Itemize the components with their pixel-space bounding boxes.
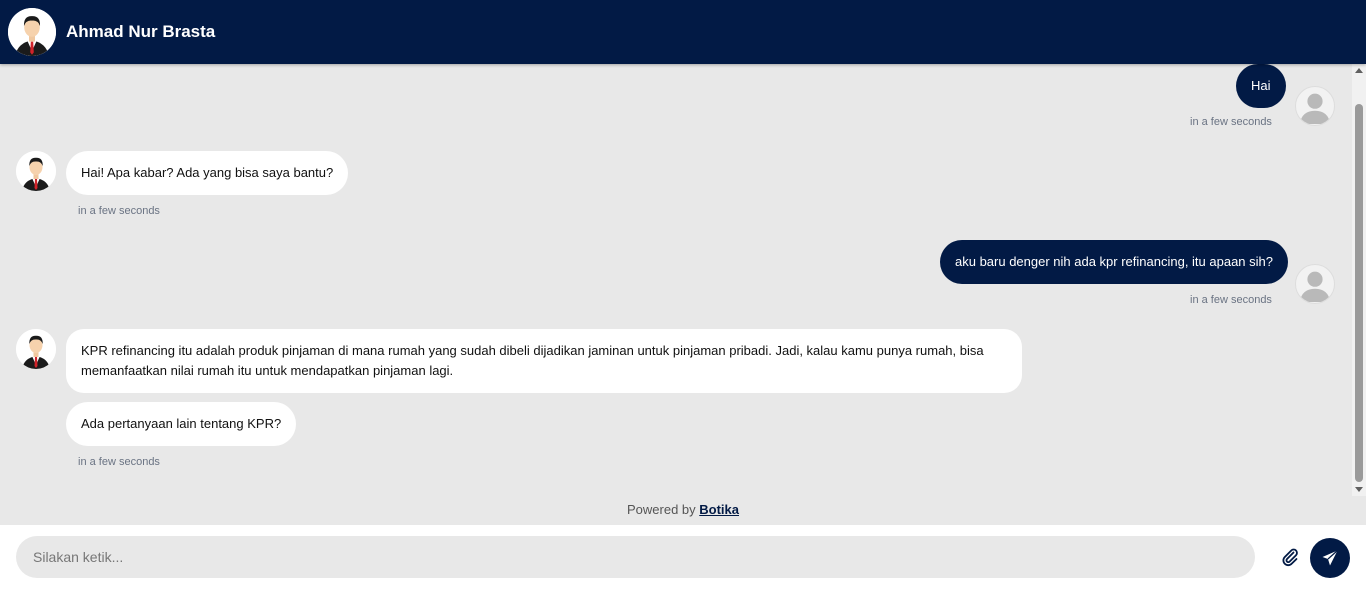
message-timestamp: in a few seconds bbox=[1190, 116, 1272, 128]
agent-avatar bbox=[16, 329, 56, 369]
message-text-line: memanfaatkan nilai rumah itu untuk menda… bbox=[81, 363, 454, 378]
message-timestamp: in a few seconds bbox=[78, 205, 160, 217]
message-text: Hai! Apa kabar? Ada yang bisa saya bantu… bbox=[81, 165, 334, 180]
paperclip-icon[interactable] bbox=[1280, 547, 1300, 567]
message-text: Hai bbox=[1251, 78, 1271, 93]
bot-message-bubble: Hai! Apa kabar? Ada yang bisa saya bantu… bbox=[66, 151, 349, 195]
message-input[interactable] bbox=[16, 536, 1255, 578]
message-text: Ada pertanyaan lain tentang KPR? bbox=[81, 416, 282, 431]
message-list[interactable]: Hai in a few seconds Hai! Apa kabar? Ada… bbox=[0, 64, 1352, 496]
botika-link[interactable]: Botika bbox=[699, 502, 739, 517]
message-timestamp: in a few seconds bbox=[1190, 294, 1272, 306]
user-message-bubble: aku baru denger nih ada kpr refinancing,… bbox=[940, 240, 1288, 284]
user-message-bubble: Hai bbox=[1236, 64, 1286, 108]
scroll-down-arrow-icon[interactable] bbox=[1355, 487, 1363, 492]
scroll-up-arrow-icon[interactable] bbox=[1355, 68, 1363, 73]
bot-message-bubble: Ada pertanyaan lain tentang KPR? bbox=[66, 402, 297, 446]
message-timestamp: in a few seconds bbox=[78, 456, 160, 468]
powered-by: Powered by Botika bbox=[0, 502, 1366, 517]
paper-plane-icon bbox=[1322, 550, 1338, 566]
message-composer bbox=[0, 525, 1366, 589]
agent-name: Ahmad Nur Brasta bbox=[66, 22, 216, 41]
user-avatar bbox=[1295, 264, 1335, 304]
chat-scrollbar[interactable] bbox=[1352, 64, 1366, 496]
agent-avatar bbox=[16, 151, 56, 191]
scrollbar-thumb[interactable] bbox=[1355, 104, 1363, 482]
message-text-line: KPR refinancing itu adalah produk pinjam… bbox=[81, 343, 984, 358]
powered-by-label: Powered by bbox=[626, 502, 696, 517]
bot-message-bubble: KPR refinancing itu adalah produk pinjam… bbox=[66, 329, 1022, 393]
chat-header: Ahmad Nur Brasta bbox=[0, 0, 1366, 64]
send-button[interactable] bbox=[1310, 538, 1350, 578]
message-text: aku baru denger nih ada kpr refinancing,… bbox=[955, 254, 1273, 269]
agent-avatar bbox=[8, 8, 56, 56]
user-avatar bbox=[1295, 86, 1335, 126]
